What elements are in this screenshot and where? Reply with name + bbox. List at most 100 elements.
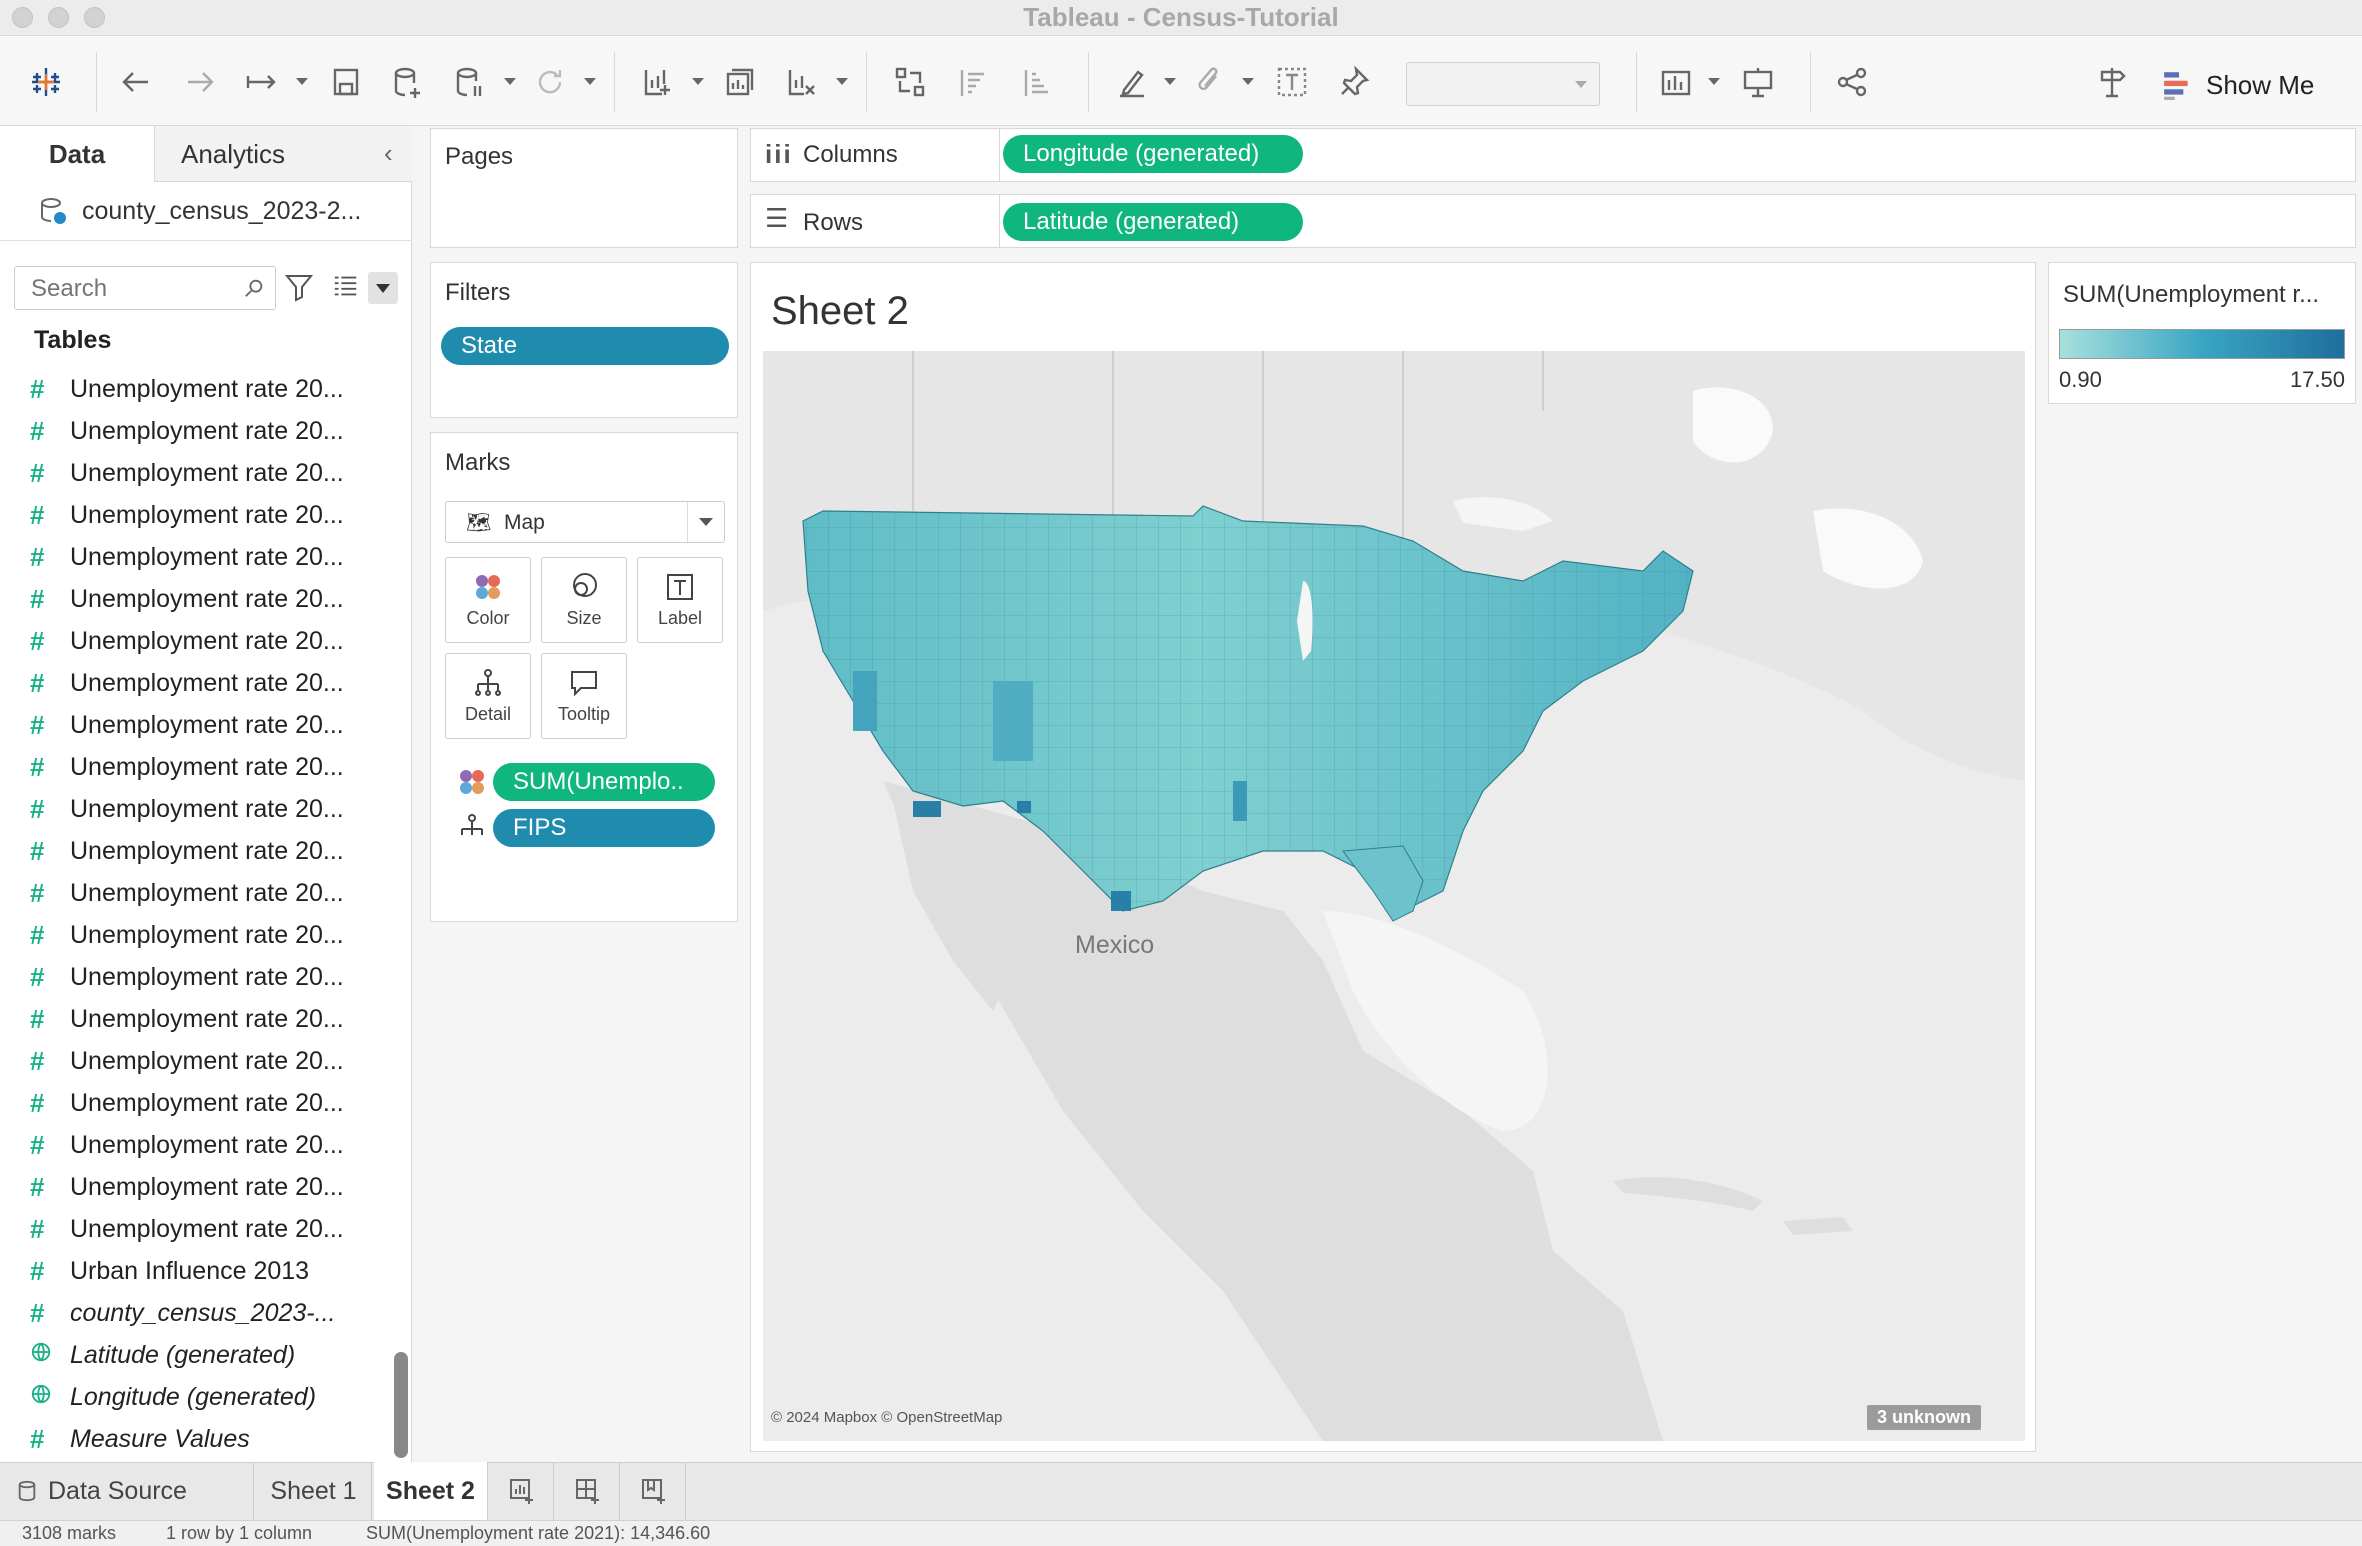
rows-shelf[interactable]: ☰ Rows Latitude (generated): [750, 194, 2356, 248]
field-list-item[interactable]: Latitude (generated): [30, 1334, 375, 1376]
signpost-icon[interactable]: [2090, 60, 2134, 104]
mark-detail-pill[interactable]: FIPS: [493, 809, 715, 847]
chevron-down-icon[interactable]: [504, 78, 516, 85]
redo-icon[interactable]: [178, 60, 222, 104]
field-list-item[interactable]: # Unemployment rate 20...: [30, 1082, 375, 1124]
field-list-item[interactable]: # Unemployment rate 20...: [30, 452, 375, 494]
detail-card[interactable]: Detail: [445, 653, 531, 739]
new-dashboard-tab-icon[interactable]: [556, 1462, 620, 1520]
tooltip-card[interactable]: Tooltip: [541, 653, 627, 739]
tableau-logo-icon[interactable]: [24, 60, 68, 104]
new-worksheet-tab-icon[interactable]: [490, 1462, 554, 1520]
field-list-item[interactable]: # county_census_2023-...: [30, 1292, 375, 1334]
title-bar: Tableau - Census-Tutorial: [0, 0, 2362, 36]
share-icon[interactable]: [1830, 60, 1874, 104]
new-story-tab-icon[interactable]: [622, 1462, 686, 1520]
search-field[interactable]: [14, 266, 276, 311]
columns-longitude-pill[interactable]: Longitude (generated): [1003, 135, 1303, 173]
field-list-item[interactable]: # Unemployment rate 20...: [30, 620, 375, 662]
field-list-item[interactable]: Longitude (generated): [30, 1376, 375, 1418]
field-list-item[interactable]: # Unemployment rate 20...: [30, 1124, 375, 1166]
color-card[interactable]: Color: [445, 557, 531, 643]
size-card[interactable]: Size: [541, 557, 627, 643]
sort-descending-icon[interactable]: [1016, 60, 1060, 104]
fit-dropdown[interactable]: [1406, 62, 1600, 106]
label-card-label: Label: [657, 607, 703, 628]
measure-hash-icon: #: [30, 835, 45, 866]
tab-analytics[interactable]: Analytics: [154, 126, 412, 182]
pause-datasource-icon[interactable]: [448, 60, 492, 104]
save-icon[interactable]: [324, 60, 368, 104]
columns-shelf[interactable]: iii Columns Longitude (generated): [750, 128, 2356, 182]
datasource-name[interactable]: county_census_2023-2...: [82, 197, 361, 226]
field-list-item[interactable]: # Unemployment rate 20...: [30, 788, 375, 830]
show-cards-icon[interactable]: [1654, 60, 1698, 104]
swap-forward-icon[interactable]: [240, 60, 284, 104]
scrollbar-thumb[interactable]: [394, 1352, 408, 1458]
map-view[interactable]: Mexico © 2024 Mapbox © OpenStreetMap 3 u…: [763, 351, 2025, 1441]
toolbar-divider: [1810, 52, 1811, 112]
field-list-item[interactable]: # Unemployment rate 20...: [30, 830, 375, 872]
clear-sheet-icon[interactable]: [780, 60, 824, 104]
color-palette-icon: [460, 770, 484, 794]
field-list-item[interactable]: # Unemployment rate 20...: [30, 1166, 375, 1208]
chevron-down-icon[interactable]: [1164, 78, 1176, 85]
view-list-icon[interactable]: [332, 272, 362, 302]
search-input[interactable]: [15, 267, 253, 311]
field-list-item[interactable]: # Measure Values: [30, 1418, 375, 1460]
field-list-item[interactable]: # Unemployment rate 20...: [30, 872, 375, 914]
chevron-down-icon[interactable]: [296, 78, 308, 85]
duplicate-sheet-icon[interactable]: [718, 60, 762, 104]
field-list-item[interactable]: # Unemployment rate 20...: [30, 1208, 375, 1250]
mark-type-dropdown[interactable]: 🗺 Map: [445, 501, 725, 543]
chevron-down-icon[interactable]: [836, 78, 848, 85]
chevron-down-icon[interactable]: [692, 78, 704, 85]
tab-sheet-2[interactable]: Sheet 2: [374, 1462, 488, 1520]
field-list-item[interactable]: # Unemployment rate 20...: [30, 704, 375, 746]
new-datasource-icon[interactable]: [386, 60, 430, 104]
highlight-icon[interactable]: [1110, 60, 1154, 104]
filters-shelf[interactable]: Filters State: [430, 262, 738, 418]
tab-sheet-1[interactable]: Sheet 1: [256, 1462, 372, 1520]
field-list-item[interactable]: # Unemployment rate 20...: [30, 956, 375, 998]
collapse-pane-icon[interactable]: ‹: [384, 138, 393, 169]
refresh-icon[interactable]: [528, 60, 572, 104]
field-list-item[interactable]: # Unemployment rate 20...: [30, 998, 375, 1040]
field-list-item[interactable]: # Unemployment rate 20...: [30, 914, 375, 956]
field-list-item[interactable]: # Unemployment rate 20...: [30, 578, 375, 620]
chevron-down-icon[interactable]: [584, 78, 596, 85]
label-card[interactable]: Label: [637, 557, 723, 643]
filter-state-pill[interactable]: State: [441, 327, 729, 365]
sort-ascending-icon[interactable]: [952, 60, 996, 104]
mark-type-dropdown-arrow[interactable]: [687, 502, 724, 542]
group-members-icon[interactable]: [1188, 60, 1232, 104]
pages-shelf[interactable]: Pages: [430, 128, 738, 248]
field-list-item[interactable]: # Unemployment rate 20...: [30, 410, 375, 452]
field-list-item[interactable]: # Unemployment rate 20...: [30, 494, 375, 536]
field-list-item[interactable]: # Unemployment rate 20...: [30, 746, 375, 788]
color-legend[interactable]: SUM(Unemployment r... 0.90 17.50: [2048, 262, 2356, 404]
presentation-mode-icon[interactable]: [1736, 60, 1780, 104]
field-list-item[interactable]: # Unemployment rate 20...: [30, 662, 375, 704]
field-list-item[interactable]: # Unemployment rate 20...: [30, 368, 375, 410]
view-options-dropdown[interactable]: [368, 272, 398, 304]
swap-rows-columns-icon[interactable]: [888, 60, 932, 104]
filter-funnel-icon[interactable]: [284, 272, 316, 304]
field-list-item[interactable]: # Urban Influence 2013: [30, 1250, 375, 1292]
chevron-down-icon[interactable]: [1708, 78, 1720, 85]
field-list-item[interactable]: # Unemployment rate 20...: [30, 1040, 375, 1082]
new-worksheet-icon[interactable]: [636, 60, 680, 104]
map-attribution[interactable]: © 2024 Mapbox © OpenStreetMap: [771, 1409, 1002, 1426]
tab-data[interactable]: Data: [0, 126, 154, 182]
show-mark-labels-icon[interactable]: [1270, 60, 1314, 104]
tab-data-source[interactable]: Data Source: [0, 1462, 254, 1520]
mark-color-pill[interactable]: SUM(Unemplo..: [493, 763, 715, 801]
show-me-button[interactable]: Show Me: [2162, 64, 2362, 106]
chevron-down-icon[interactable]: [1242, 78, 1254, 85]
rows-latitude-pill[interactable]: Latitude (generated): [1003, 203, 1303, 241]
columns-icon: iii: [765, 139, 793, 169]
undo-icon[interactable]: [114, 60, 158, 104]
unknown-indicator[interactable]: 3 unknown: [1867, 1405, 1981, 1430]
field-list-item[interactable]: # Unemployment rate 20...: [30, 536, 375, 578]
fix-axes-pin-icon[interactable]: [1332, 60, 1376, 104]
